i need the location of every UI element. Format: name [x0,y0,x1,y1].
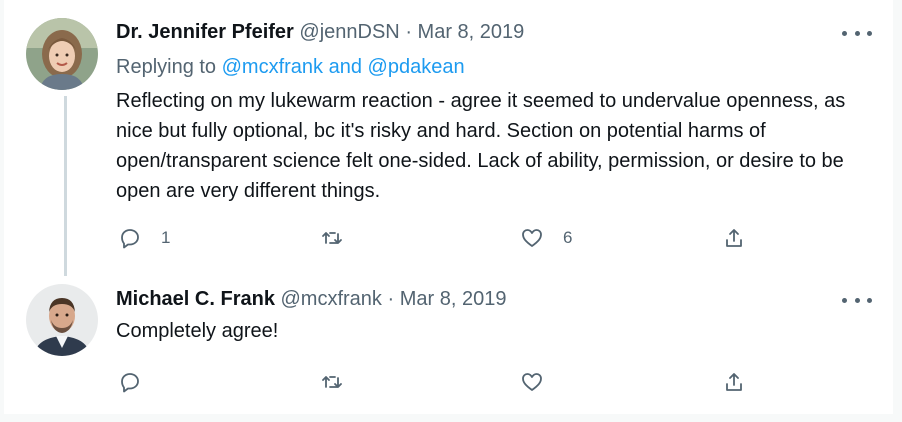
tweet-date[interactable]: Mar 8, 2019 [400,288,507,310]
handle[interactable]: @mcxfrank [281,288,382,310]
thread-connector-line [64,96,67,276]
reply-button[interactable] [118,369,161,395]
display-name[interactable]: Michael C. Frank [116,288,275,310]
reply-icon [118,370,142,394]
reply-icon [118,226,142,250]
share-button[interactable] [722,369,746,395]
tweet-text: Reflecting on my lukewarm reaction - agr… [116,90,846,202]
handle[interactable]: @jennDSN [299,21,399,43]
retweet-button[interactable] [320,225,363,251]
replying-to: Replying to @mcxfrank and @pdakean [116,54,465,80]
share-icon [722,370,746,394]
reply-button[interactable]: 1 [118,225,170,251]
tweet-thread: Dr. Jennifer Pfeifer @jennDSN · Mar 8, 2… [4,0,893,414]
tweet-text: Completely agree! [116,320,279,342]
tweet-header: Dr. Jennifer Pfeifer @jennDSN · Mar 8, 2… [116,19,524,45]
retweet-icon [320,370,344,394]
replying-to-mentions[interactable]: @mcxfrank and @pdakean [222,56,465,78]
avatar-jennifer-pfeifer[interactable] [26,18,98,90]
heart-icon [520,370,544,394]
replying-to-label: Replying to [116,56,217,78]
heart-icon [520,226,544,250]
share-button[interactable] [722,225,746,251]
retweet-icon [320,226,344,250]
separator: · [405,21,412,43]
like-button[interactable]: 6 [520,225,572,251]
retweet-button[interactable] [320,369,363,395]
like-button[interactable] [520,369,563,395]
reply-count: 1 [161,228,171,247]
separator: · [387,288,395,310]
avatar-michael-frank[interactable] [26,284,98,356]
display-name[interactable]: Dr. Jennifer Pfeifer [116,21,294,43]
like-count: 6 [563,228,573,247]
tweet-header: Michael C. Frank @mcxfrank · Mar 8, 2019 [116,286,506,312]
more-icon[interactable] [842,290,872,310]
more-icon[interactable] [842,23,872,43]
tweet-date[interactable]: Mar 8, 2019 [418,21,525,43]
share-icon [722,226,746,250]
